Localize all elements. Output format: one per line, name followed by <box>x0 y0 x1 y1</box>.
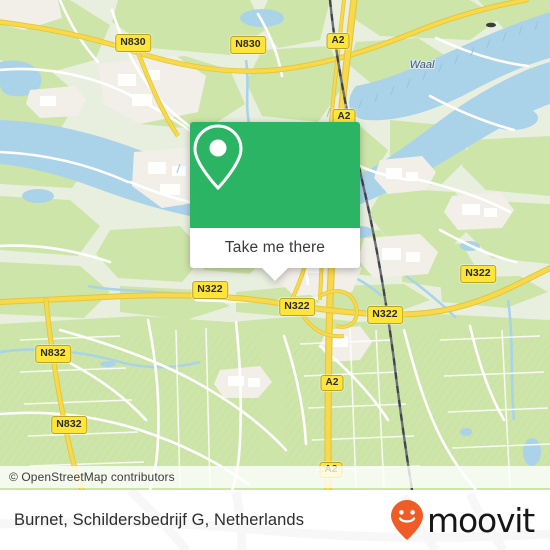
moovit-map-page: Waal N830 N830 A2 A2 N322 N322 N322 N322… <box>0 0 550 550</box>
road-shield-n322-east[interactable]: N322 <box>367 306 403 324</box>
road-shield-n830-west[interactable]: N830 <box>115 34 151 52</box>
road-shield-n830-east[interactable]: N830 <box>230 36 266 54</box>
attribution-text[interactable]: © OpenStreetMap contributors <box>0 470 175 484</box>
road-shield-n322-west[interactable]: N322 <box>192 281 228 299</box>
road-shield-n832-south[interactable]: N832 <box>51 416 87 434</box>
callout-cta-area[interactable]: Take me there <box>190 228 360 281</box>
callout-icon-area <box>190 122 360 228</box>
footer-bar: Burnet, Schildersbedrijf G, Netherlands … <box>0 490 550 550</box>
water-label-waal: Waal <box>409 59 435 71</box>
moovit-brand[interactable]: moovit <box>390 490 535 550</box>
location-callout-card[interactable]: Take me there <box>190 122 360 281</box>
map-pin-icon <box>193 124 243 191</box>
callout-pointer <box>262 268 288 281</box>
road-shield-n322-far-east[interactable]: N322 <box>460 265 496 283</box>
map-attribution-bar: © OpenStreetMap contributors <box>0 466 550 488</box>
road-shield-a2-top[interactable]: A2 <box>326 33 350 49</box>
moovit-wordmark: moovit <box>427 500 535 540</box>
map-canvas[interactable]: Waal N830 N830 A2 A2 N322 N322 N322 N322… <box>0 0 550 490</box>
page-title: Burnet, Schildersbedrijf G, Netherlands <box>14 510 305 529</box>
moovit-smiley-pin-icon <box>391 500 424 540</box>
take-me-there-button[interactable]: Take me there <box>225 239 325 257</box>
road-shield-n832-north[interactable]: N832 <box>35 345 71 363</box>
road-shield-n322-center[interactable]: N322 <box>279 298 315 316</box>
road-shield-a2-lower[interactable]: A2 <box>320 375 344 391</box>
